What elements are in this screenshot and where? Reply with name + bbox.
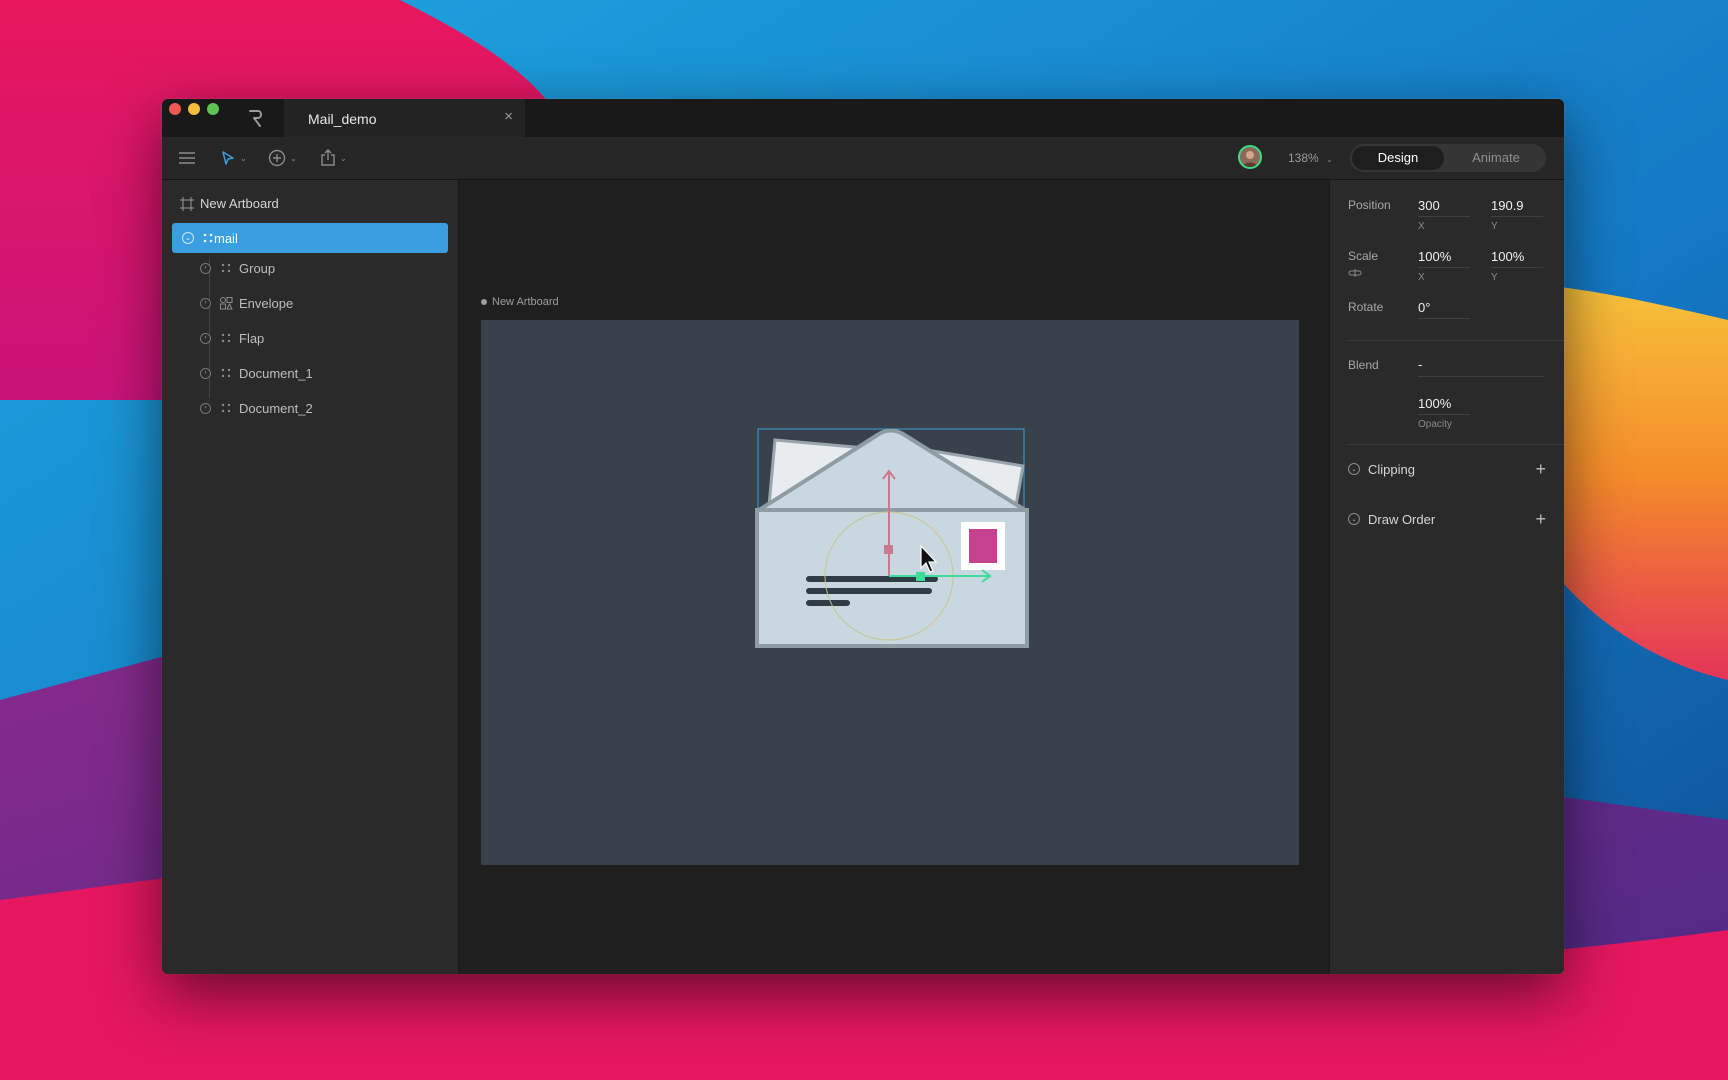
section-divider [1348,340,1564,341]
draw-order-section[interactable]: ⌄ Draw Order + [1348,508,1546,530]
add-draw-order-icon[interactable]: + [1535,509,1546,530]
zoom-dropdown[interactable]: 138% ⌄ [1288,151,1333,165]
scale-y-input[interactable]: 100% [1491,249,1524,264]
field-underline [1418,216,1470,217]
select-tool-button[interactable]: ⌄ [220,144,247,172]
stage-canvas[interactable]: New Artboard [459,180,1358,974]
field-underline [1418,318,1470,319]
chevron-down-icon: ⌄ [240,153,247,163]
layer-label: mail [214,230,238,246]
artboard-title[interactable]: New Artboard [481,296,559,308]
layer-row-document-2[interactable]: › Document_2 [200,396,313,420]
add-circle-icon [268,149,286,167]
artboard-dot-icon [481,299,487,305]
y-axis-label: Y [1491,272,1498,283]
link-icon[interactable] [1348,268,1362,278]
expand-toggle-icon[interactable]: › [200,402,211,414]
clipping-label: Clipping [1368,461,1415,477]
layer-row-document-1[interactable]: › Document_1 [200,361,313,385]
layer-label: Document_2 [239,400,313,416]
position-label: Position [1348,198,1391,212]
artboard-title-text: New Artboard [492,296,559,308]
layer-label: Flap [239,330,265,346]
opacity-input[interactable]: 100% [1418,396,1451,411]
animate-mode-tab[interactable]: Animate [1448,146,1544,170]
rotate-input[interactable]: 0° [1418,300,1430,315]
inspector-panel: Position 300 X 190.9 Y Scale 100% X 100%… [1329,180,1564,974]
mode-switch: Design Animate [1350,144,1546,172]
document-tab[interactable]: Mail_demo × [284,99,525,137]
x-axis-label: X [1418,221,1425,232]
layer-row-group[interactable]: › Group [200,256,275,280]
shapes-icon [219,296,233,310]
layer-label: Group [239,260,276,276]
position-y-input[interactable]: 190.9 [1491,198,1524,213]
field-underline [1491,216,1543,217]
chevron-down-icon: ⌄ [290,153,297,163]
field-underline [1418,267,1470,268]
bone-icon [219,401,233,415]
user-avatar[interactable] [1238,145,1262,169]
zoom-window-button[interactable] [207,103,219,115]
blend-label: Blend [1348,358,1379,372]
title-bar: Mail_demo × [162,99,1564,137]
scale-x-input[interactable]: 100% [1418,249,1451,264]
position-x-input[interactable]: 300 [1418,198,1440,213]
expand-toggle-icon[interactable]: › [200,262,211,274]
artboard[interactable] [481,320,1299,865]
collapse-toggle-icon[interactable]: ⌄ [1348,513,1360,525]
hamburger-icon [179,152,195,164]
y-axis-label: Y [1491,221,1498,232]
rive-logo-icon[interactable] [246,107,266,129]
tab-title: Mail_demo [308,111,377,127]
x-axis-label: X [1418,272,1425,283]
toolbar: ⌄ ⌄ ⌄ 138% ⌄ Design Animate [162,137,1564,180]
bone-icon [219,366,233,380]
section-divider [1348,444,1564,445]
rotate-label: Rotate [1348,300,1384,314]
tab-close-icon[interactable]: × [504,108,513,125]
pointer-arrow-icon [222,151,234,165]
collapse-toggle-icon[interactable]: ⌄ [182,232,194,244]
close-window-button[interactable] [169,103,181,115]
artboard-icon [180,196,194,211]
layer-label: Document_1 [239,365,313,381]
draw-order-label: Draw Order [1368,511,1436,527]
layer-row-flap[interactable]: › Flap [200,326,264,350]
mail-envelope-illustration[interactable] [755,426,1029,648]
field-underline [1418,376,1544,377]
design-mode-tab[interactable]: Design [1352,146,1444,170]
scale-label: Scale [1348,249,1379,263]
field-underline [1491,267,1543,268]
share-icon [321,149,335,166]
chevron-down-icon: ⌄ [1326,155,1333,164]
menu-button[interactable] [178,144,196,172]
bone-icon [219,331,233,345]
expand-toggle-icon[interactable]: › [200,297,211,309]
expand-toggle-icon[interactable]: › [200,332,211,344]
opacity-label: Opacity [1418,419,1452,430]
artboard-row-label: New Artboard [200,196,279,211]
expand-toggle-icon[interactable]: › [200,367,211,379]
field-underline [1418,414,1470,415]
layer-label: Envelope [239,295,294,311]
zoom-value: 138% [1288,151,1319,165]
collapse-toggle-icon[interactable]: ⌄ [1348,463,1360,475]
create-tool-button[interactable]: ⌄ [268,144,297,172]
blend-mode-select[interactable]: - [1418,357,1422,372]
bone-icon [219,261,233,275]
clipping-section[interactable]: ⌄ Clipping + [1348,458,1546,480]
layer-row-envelope[interactable]: › Envelope [200,291,293,315]
hierarchy-panel: New Artboard ⌄ mail › Group › Envelope ›… [162,180,459,974]
export-button[interactable]: ⌄ [320,144,347,172]
add-clipping-icon[interactable]: + [1535,459,1546,480]
bone-icon [203,233,213,243]
chevron-down-icon: ⌄ [340,153,347,163]
artboard-row[interactable]: New Artboard [180,196,279,211]
layer-row-mail[interactable]: ⌄ mail [172,223,448,253]
minimize-window-button[interactable] [188,103,200,115]
app-window: Mail_demo × ⌄ ⌄ ⌄ 138% ⌄ Design Animate … [162,99,1564,974]
